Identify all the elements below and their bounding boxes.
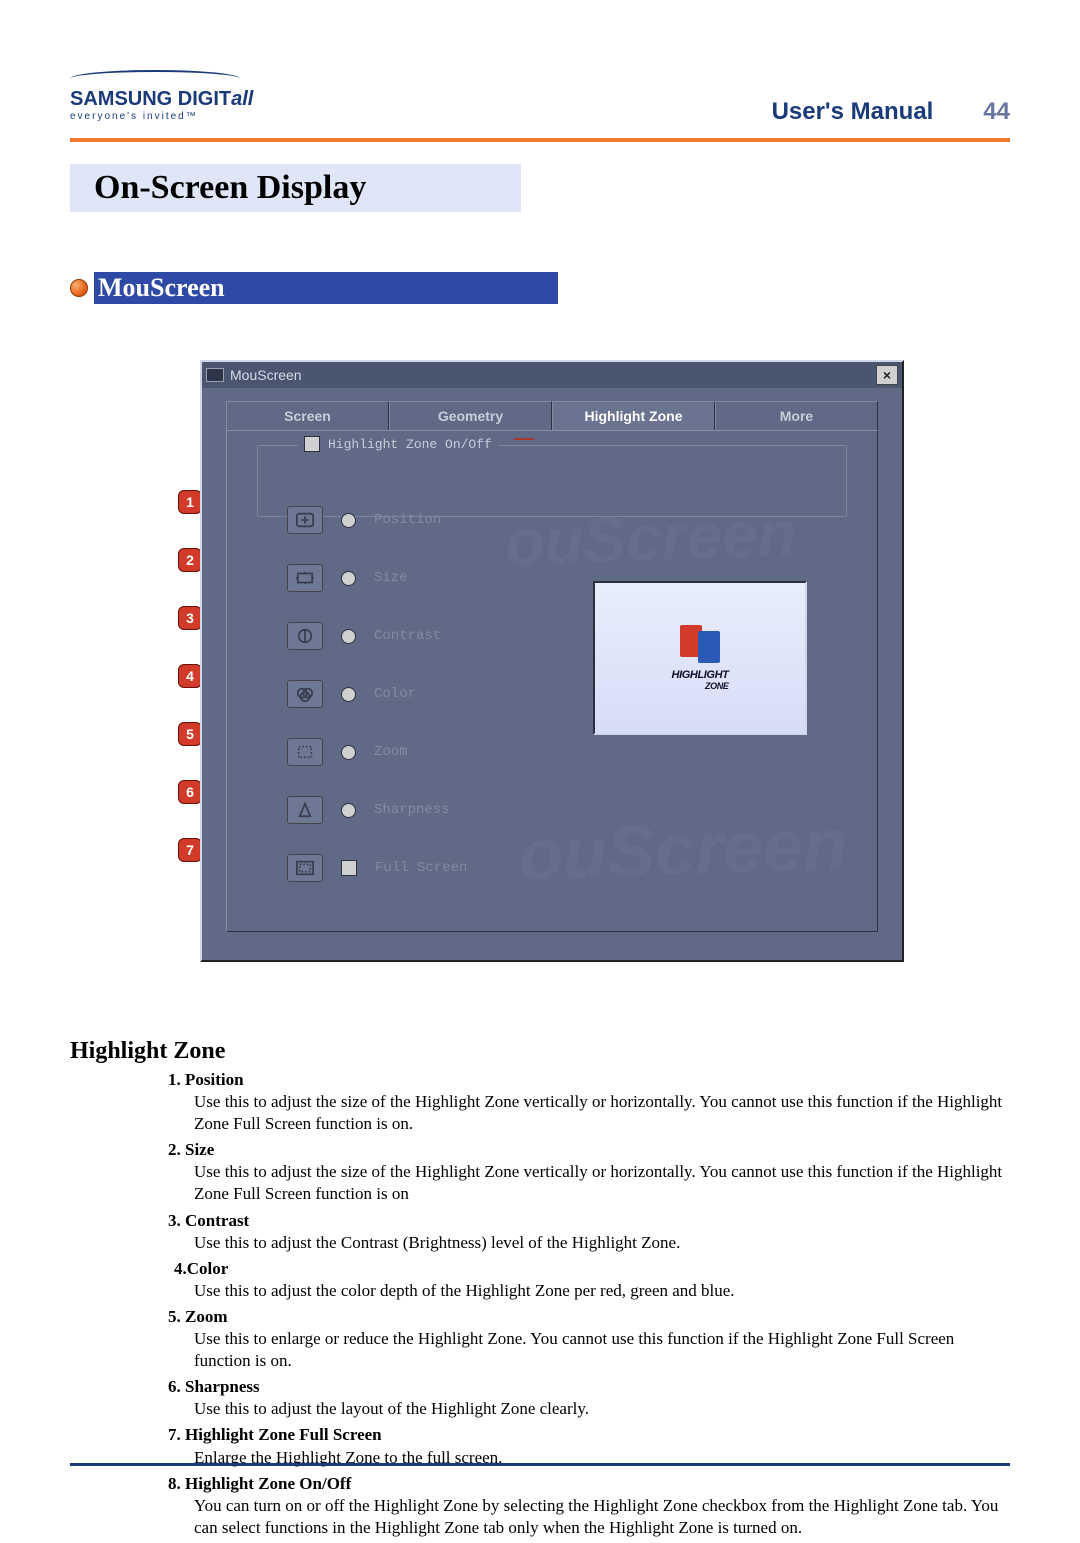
osd-title-bar: On-Screen Display — [70, 164, 1010, 212]
highlight-onoff-checkbox[interactable] — [304, 436, 320, 452]
footer-rule — [70, 1463, 1010, 1466]
list-item: 7. Highlight Zone Full ScreenEnlarge the… — [194, 1424, 1010, 1468]
sharpness-radio[interactable] — [341, 803, 356, 818]
contrast-radio[interactable] — [341, 629, 356, 644]
tab-panel: ouScreen ouScreen Highlight Zone On/Off … — [226, 430, 878, 932]
zoom-label: Zoom — [374, 744, 408, 760]
zoom-radio[interactable] — [341, 745, 356, 760]
tab-screen[interactable]: Screen — [226, 401, 389, 430]
brand-name: SAMSUNG DIGITall — [70, 88, 253, 110]
brand-block: SAMSUNG DIGITall everyone's invited™ Use… — [70, 70, 1010, 130]
highlight-onoff-label: Highlight Zone On/Off — [328, 437, 492, 452]
position-icon — [287, 506, 323, 534]
content-heading: Highlight Zone — [70, 1038, 1010, 1065]
section-name: MouScreen — [98, 273, 225, 303]
fullscreen-icon — [287, 854, 323, 882]
section-banner: MouScreen — [70, 272, 1010, 304]
list-item: 2. SizeUse this to adjust the size of th… — [194, 1139, 1010, 1205]
list-item: 6. SharpnessUse this to adjust the layou… — [194, 1376, 1010, 1420]
tab-more[interactable]: More — [715, 401, 878, 430]
close-icon: × — [883, 367, 891, 383]
preview-pane: HIGHLIGHTZONE — [593, 581, 807, 735]
position-label: Position — [374, 512, 441, 528]
tabs: Screen Geometry Highlight Zone More — [202, 388, 902, 430]
sharpness-label: Sharpness — [374, 802, 450, 818]
titlebar: MouScreen × — [202, 362, 902, 388]
header-right: User's Manual 44 — [772, 98, 1010, 126]
app-icon — [206, 368, 224, 382]
list-item: 8. Highlight Zone On/OffYou can turn on … — [194, 1473, 1010, 1539]
watermark-icon: ouScreen — [518, 803, 849, 896]
header-rule — [70, 138, 1010, 142]
page-number: 44 — [940, 98, 1010, 126]
preview-label: HIGHLIGHTZONE — [672, 669, 729, 691]
fullscreen-label: Full Screen — [375, 860, 467, 876]
sharpness-icon — [287, 796, 323, 824]
tab-geometry[interactable]: Geometry — [389, 401, 552, 430]
highlight-zone-icon — [680, 625, 720, 665]
size-icon — [287, 564, 323, 592]
size-label: Size — [374, 570, 408, 586]
dialog-title: MouScreen — [230, 367, 302, 383]
close-button[interactable]: × — [876, 365, 898, 385]
color-radio[interactable] — [341, 687, 356, 702]
size-radio[interactable] — [341, 571, 356, 586]
list-item: 1. PositionUse this to adjust the size o… — [194, 1069, 1010, 1135]
zoom-icon — [287, 738, 323, 766]
page-title: On-Screen Display — [94, 169, 366, 207]
content-list: 1. PositionUse this to adjust the size o… — [70, 1069, 1010, 1539]
callout-8-connector — [514, 438, 534, 440]
bullet-icon — [70, 279, 88, 297]
header-title: User's Manual — [772, 98, 934, 125]
tab-highlight-zone[interactable]: Highlight Zone — [552, 401, 715, 430]
list-item: 5. ZoomUse this to enlarge or reduce the… — [194, 1306, 1010, 1372]
contrast-icon — [287, 622, 323, 650]
contrast-label: Contrast — [374, 628, 441, 644]
color-icon — [287, 680, 323, 708]
position-radio[interactable] — [341, 513, 356, 528]
list-item: 4.ColorUse this to adjust the color dept… — [194, 1258, 1010, 1302]
mouscreen-dialog: MouScreen × Screen Geometry Highlight Zo… — [200, 360, 904, 962]
list-item: 3. ContrastUse this to adjust the Contra… — [194, 1210, 1010, 1254]
color-label: Color — [374, 686, 416, 702]
fullscreen-checkbox[interactable] — [341, 860, 357, 876]
